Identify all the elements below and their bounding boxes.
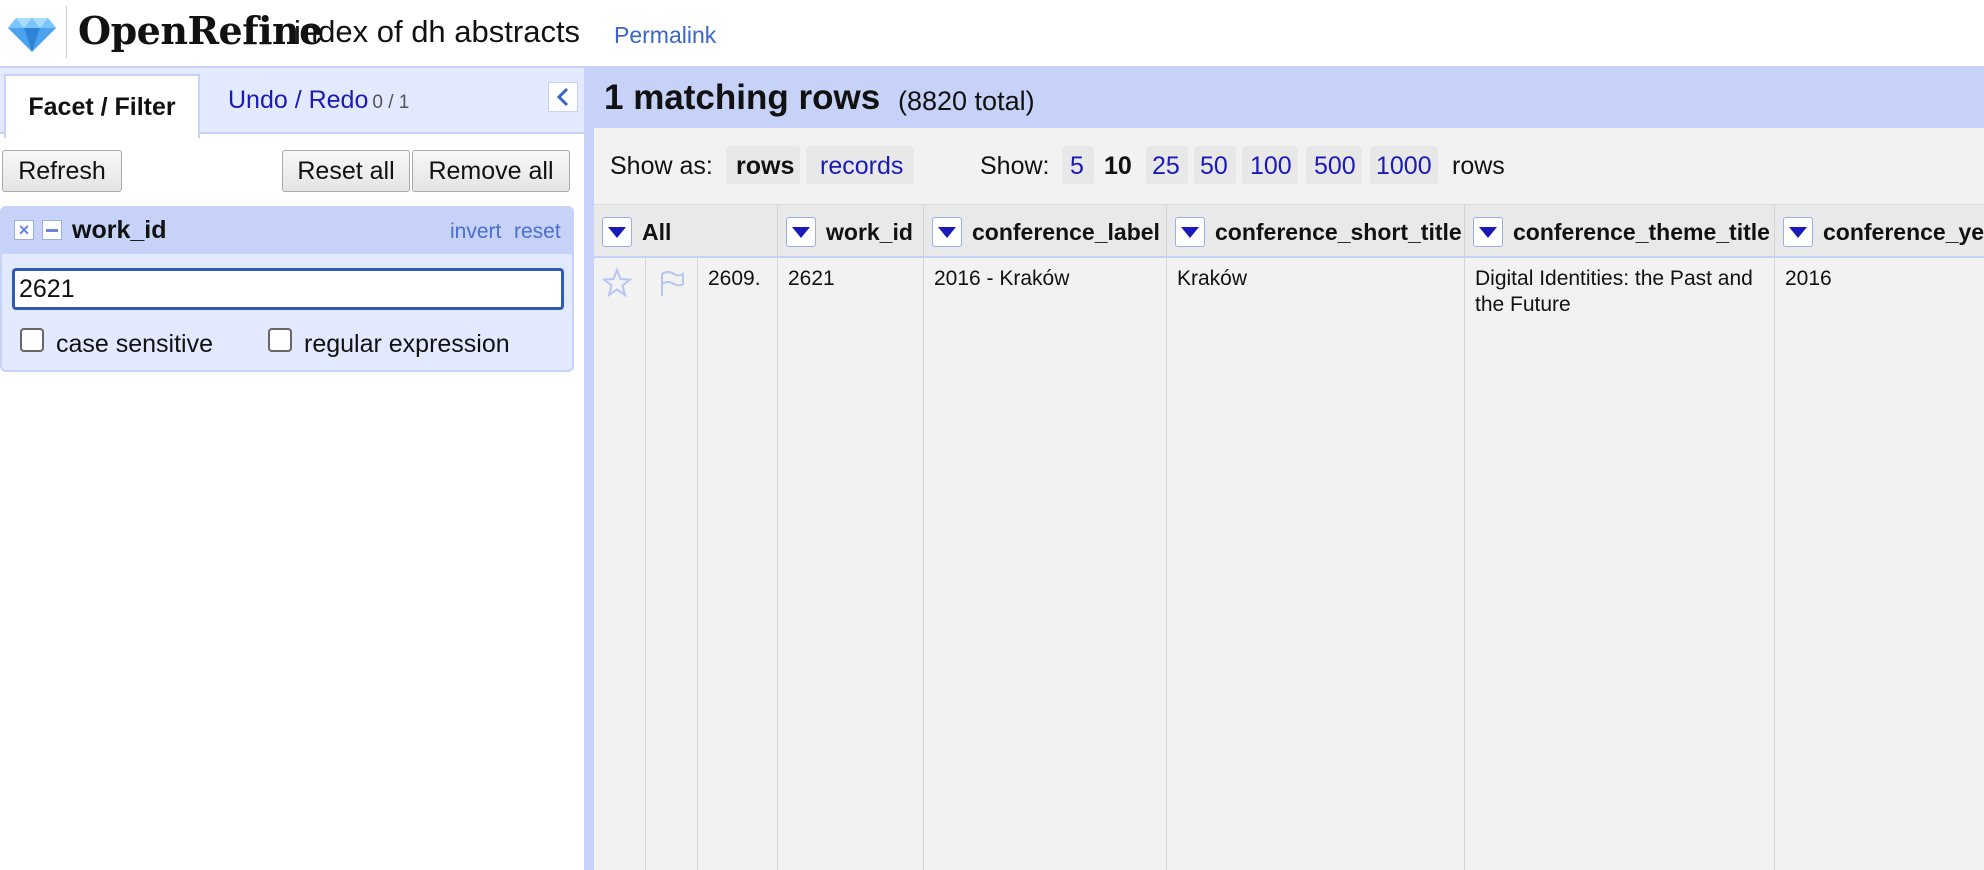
permalink-link[interactable]: Permalink xyxy=(614,22,716,49)
total-rows-count: (8820 total) xyxy=(898,86,1035,116)
summary-bar: 1 matching rows (8820 total) xyxy=(594,66,1984,128)
facet-header: × work_id invert reset xyxy=(2,208,572,254)
column-name: conference_ye xyxy=(1823,219,1984,245)
conference-short-title-cell[interactable]: Kraków xyxy=(1167,258,1465,870)
column-menu-dropdown-icon[interactable] xyxy=(602,217,632,247)
refresh-button[interactable]: Refresh xyxy=(2,150,122,192)
grid-header: All work_id conference_label conference_… xyxy=(594,204,1984,259)
flag-cell xyxy=(646,258,698,870)
flag-icon[interactable] xyxy=(656,268,686,298)
column-name: conference_theme_title xyxy=(1513,219,1770,245)
page-size-1000[interactable]: 1000 xyxy=(1376,152,1432,181)
column-menu-dropdown-icon[interactable] xyxy=(786,217,816,247)
page-size-5[interactable]: 5 xyxy=(1070,152,1084,181)
page-size-10[interactable]: 10 xyxy=(1104,152,1132,181)
work-id-cell[interactable]: 2621 xyxy=(778,258,924,870)
view-options-bar: Show as: rows records Show: 5 10 25 50 1… xyxy=(594,128,1984,200)
header-bar: OpenRefine index of dh abstracts Permali… xyxy=(0,0,1984,66)
page-size-50[interactable]: 50 xyxy=(1200,152,1228,181)
column-menu-dropdown-icon[interactable] xyxy=(1783,217,1813,247)
regular-expression-checkbox[interactable] xyxy=(268,328,292,352)
row-index-cell: 2609. xyxy=(698,258,778,870)
column-header-work-id: work_id xyxy=(778,205,924,259)
matching-rows-count: 1 matching rows xyxy=(604,78,881,117)
remove-all-button[interactable]: Remove all xyxy=(412,150,570,192)
undo-count: 0 / 1 xyxy=(372,92,410,113)
column-name: conference_short_title xyxy=(1215,219,1462,245)
minimize-icon[interactable] xyxy=(42,220,62,240)
records-mode-link[interactable]: records xyxy=(820,152,903,181)
app-name[interactable]: OpenRefine xyxy=(78,8,323,53)
collapse-panel-button[interactable] xyxy=(548,82,578,112)
conference-theme-title-cell[interactable]: Digital Identities: the Past and the Fut… xyxy=(1465,258,1775,870)
column-menu-dropdown-icon[interactable] xyxy=(1473,217,1503,247)
show-label: Show: xyxy=(980,152,1050,180)
star-icon[interactable] xyxy=(602,268,632,298)
star-cell xyxy=(594,258,646,870)
case-sensitive-label: case sensitive xyxy=(56,330,214,358)
tab-facet-filter[interactable]: Facet / Filter xyxy=(4,74,200,138)
conference-label-cell[interactable]: 2016 - Kraków xyxy=(924,258,1167,870)
column-name: work_id xyxy=(826,219,913,245)
case-sensitive-checkbox[interactable] xyxy=(20,328,44,352)
panel-splitter[interactable] xyxy=(584,66,594,870)
facet-filter-input[interactable] xyxy=(12,268,564,310)
page-size-25[interactable]: 25 xyxy=(1152,152,1180,181)
data-panel: 1 matching rows (8820 total) Show as: ro… xyxy=(594,66,1984,870)
column-header-all: All xyxy=(594,205,778,259)
openrefine-logo-icon[interactable] xyxy=(8,14,56,54)
column-menu-dropdown-icon[interactable] xyxy=(932,217,962,247)
show-as-label: Show as: xyxy=(610,152,713,180)
page-size-100[interactable]: 100 xyxy=(1250,152,1292,181)
conference-year-cell[interactable]: 2016 xyxy=(1775,258,1984,870)
facet-invert-link[interactable]: invert xyxy=(450,220,501,244)
column-header-conference-theme-title: conference_theme_title xyxy=(1465,205,1775,259)
project-name[interactable]: index of dh abstracts xyxy=(294,14,580,50)
column-header-conference-year: conference_ye xyxy=(1775,205,1984,259)
reset-all-button[interactable]: Reset all xyxy=(282,150,410,192)
rows-suffix: rows xyxy=(1452,152,1505,180)
tab-undo-redo-label: Undo / Redo xyxy=(228,86,369,114)
text-filter-facet: × work_id invert reset case sensitive re… xyxy=(0,206,574,372)
table-row: 2609. 2621 2016 - Kraków Kraków Digital … xyxy=(594,258,1984,870)
left-panel-tabs: Facet / Filter Undo / Redo 0 / 1 xyxy=(0,66,584,138)
data-grid: All work_id conference_label conference_… xyxy=(594,200,1984,870)
regular-expression-label: regular expression xyxy=(304,330,510,358)
column-name: conference_label xyxy=(972,219,1160,245)
facet-title: work_id xyxy=(72,216,167,244)
tab-undo-redo[interactable]: Undo / Redo 0 / 1 xyxy=(228,86,409,115)
left-panel: Facet / Filter Undo / Redo 0 / 1 Refresh … xyxy=(0,66,584,870)
chevron-left-icon xyxy=(556,87,569,107)
close-icon[interactable]: × xyxy=(14,220,34,240)
rows-mode-option[interactable]: rows xyxy=(736,152,794,181)
column-header-conference-short-title: conference_short_title xyxy=(1167,205,1465,259)
logo-divider xyxy=(66,6,67,58)
column-header-conference-label: conference_label xyxy=(924,205,1167,259)
page-size-500[interactable]: 500 xyxy=(1314,152,1356,181)
column-name: All xyxy=(642,219,672,245)
column-menu-dropdown-icon[interactable] xyxy=(1175,217,1205,247)
facet-reset-link[interactable]: reset xyxy=(514,220,561,244)
